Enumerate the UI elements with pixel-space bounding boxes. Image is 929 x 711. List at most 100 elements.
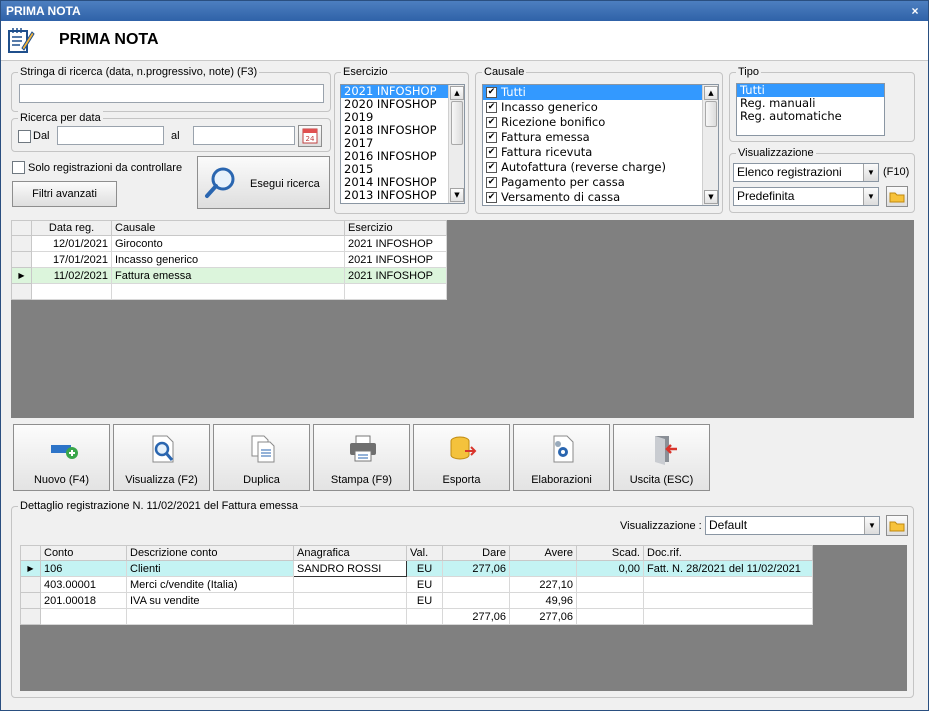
causale-scrollbar[interactable]: ▲ ▼ xyxy=(702,85,718,205)
checkbox-icon[interactable]: ✔ xyxy=(486,177,497,188)
esercizio-items: 2021 INFOSHOP 2020 INFOSHOP 2019 2018 INFOS… xyxy=(341,85,464,202)
col-header-anagrafica[interactable]: Anagrafica xyxy=(293,545,407,561)
causale-item[interactable]: ✔ Versamento di cassa xyxy=(483,190,718,205)
causale-item-label: Incasso generico xyxy=(501,100,598,114)
duplica-button[interactable]: Duplica xyxy=(213,424,310,491)
col-header-dare[interactable]: Dare xyxy=(442,545,510,561)
checkbox-icon[interactable]: ✔ xyxy=(486,132,497,143)
table-row[interactable]: ▶ 106 Clienti SANDRO ROSSI EU 277,06 0,00 Fatt.… xyxy=(20,560,813,577)
causale-item[interactable]: ✔ Fattura emessa xyxy=(483,130,718,145)
esercizio-list[interactable]: 2021 INFOSHOP 2020 INFOSHOP 2019 2018 INFOS… xyxy=(340,84,465,204)
table-row[interactable]: 17/01/2021 Incasso generico 2021 INFOSHOP xyxy=(11,251,447,268)
causale-list[interactable]: ✔ Tutti ✔ Incasso generico ✔ Ricezione bonifi… xyxy=(482,84,719,206)
cell-conto: 201.00018 xyxy=(40,592,127,609)
dropdown-arrow-icon[interactable]: ▼ xyxy=(864,517,879,534)
checkbox-icon[interactable]: ✔ xyxy=(486,162,497,173)
stampa-button[interactable]: Stampa (F9) xyxy=(313,424,410,491)
cell-val: EU xyxy=(406,592,443,609)
cell-descrizione: Merci c/vendite (Italia) xyxy=(126,576,294,593)
table-row[interactable]: 201.00018 IVA su vendite EU 49,96 xyxy=(20,592,813,609)
col-header-docrif[interactable]: Doc.rif. xyxy=(643,545,813,561)
col-header-data[interactable]: Data reg. xyxy=(31,220,112,236)
row-pointer-icon[interactable]: ▶ xyxy=(20,560,41,577)
close-icon[interactable]: × xyxy=(908,1,922,21)
dropdown-arrow-icon[interactable]: ▼ xyxy=(863,188,878,205)
causale-item[interactable]: ✔ Incasso generico xyxy=(483,100,718,115)
col-header-descrizione[interactable]: Descrizione conto xyxy=(126,545,294,561)
layout-combo[interactable]: Predefinita ▼ xyxy=(733,187,879,206)
cell-anagrafica[interactable]: SANDRO ROSSI xyxy=(293,560,407,577)
uscita-button[interactable]: Uscita (ESC) xyxy=(613,424,710,491)
tipo-item[interactable]: Reg. automatiche xyxy=(737,110,884,123)
search-input[interactable] xyxy=(19,84,324,103)
visualizza-button[interactable]: Visualizza (F2) xyxy=(113,424,210,491)
esercizio-group: Esercizio 2021 INFOSHOP 2020 INFOSHOP 2019… xyxy=(334,65,469,214)
folder-button[interactable] xyxy=(886,186,908,207)
table-row-empty[interactable] xyxy=(11,283,447,300)
table-row[interactable]: ▶ 11/02/2021 Fattura emessa 2021 INFOSHOP xyxy=(11,267,447,284)
row-indicator[interactable] xyxy=(11,235,32,252)
esegui-ricerca-button[interactable]: Esegui ricerca xyxy=(197,156,330,209)
window-title: PRIMA NOTA xyxy=(6,4,81,18)
dropdown-arrow-icon[interactable]: ▼ xyxy=(863,164,878,181)
tipo-list[interactable]: Tutti Reg. manuali Reg. automatiche xyxy=(736,83,885,136)
causale-item[interactable]: ✔ Ricezione bonifico xyxy=(483,115,718,130)
causale-item[interactable]: ✔ Fattura ricevuta xyxy=(483,145,718,160)
cell-anagrafica xyxy=(293,576,407,593)
visualizzazione-combo[interactable]: Elenco registrazioni ▼ xyxy=(733,163,879,182)
cell-empty xyxy=(40,608,127,625)
detail-visualizzazione-combo[interactable]: Default ▼ xyxy=(705,516,880,535)
scroll-down-icon[interactable]: ▼ xyxy=(704,190,718,204)
row-indicator[interactable] xyxy=(11,283,32,300)
col-header-avere[interactable]: Avere xyxy=(509,545,577,561)
table-row[interactable]: 403.00001 Merci c/vendite (Italia) EU 227,1… xyxy=(20,576,813,593)
nuovo-button[interactable]: Nuovo (F4) xyxy=(13,424,110,491)
al-date-input[interactable] xyxy=(193,126,295,145)
col-header-causale[interactable]: Causale xyxy=(111,220,345,236)
causale-item[interactable]: ✔ Tutti xyxy=(483,85,718,100)
visualizzazione-value: Elenco registrazioni xyxy=(737,165,842,179)
dal-checkbox[interactable] xyxy=(18,130,31,143)
checkbox-icon[interactable]: ✔ xyxy=(486,117,497,128)
esercizio-scrollbar[interactable]: ▲ ▼ xyxy=(448,85,464,203)
col-header-esercizio[interactable]: Esercizio xyxy=(344,220,447,236)
esporta-button[interactable]: Esporta xyxy=(413,424,510,491)
table-row[interactable]: 12/01/2021 Giroconto 2021 INFOSHOP xyxy=(11,235,447,252)
calendar-day: 24 xyxy=(306,135,315,143)
solo-controllare-label: Solo registrazioni da controllare xyxy=(28,162,183,174)
elaborazioni-button[interactable]: Elaborazioni xyxy=(513,424,610,491)
cell-esercizio: 2021 INFOSHOP xyxy=(344,251,447,268)
tipo-group: Tipo Tutti Reg. manuali Reg. automatiche xyxy=(729,65,915,142)
solo-controllare-checkbox[interactable] xyxy=(12,161,25,174)
checkbox-icon[interactable]: ✔ xyxy=(486,147,497,158)
esercizio-item[interactable]: 2013 INFOSHOP xyxy=(341,189,464,202)
date-search-label: Ricerca per data xyxy=(18,111,103,125)
scroll-thumb[interactable] xyxy=(451,101,463,145)
filtri-avanzati-button[interactable]: Filtri avanzati xyxy=(12,181,117,207)
cell-empty xyxy=(111,283,345,300)
row-indicator[interactable] xyxy=(20,576,41,593)
scroll-thumb[interactable] xyxy=(705,101,717,127)
col-header-scad[interactable]: Scad. xyxy=(576,545,644,561)
causale-item[interactable]: ✔ Autofattura (reverse charge) xyxy=(483,160,718,175)
cell-data: 12/01/2021 xyxy=(31,235,112,252)
col-header-val[interactable]: Val. xyxy=(406,545,443,561)
scroll-up-icon[interactable]: ▲ xyxy=(704,86,718,100)
causale-item-label: Ricezione bonifico xyxy=(501,115,606,129)
cell-data: 11/02/2021 xyxy=(31,267,112,284)
checkbox-icon[interactable]: ✔ xyxy=(486,102,497,113)
checkbox-icon[interactable]: ✔ xyxy=(486,87,497,98)
row-indicator[interactable] xyxy=(20,592,41,609)
col-header-conto[interactable]: Conto xyxy=(40,545,127,561)
detail-folder-button[interactable] xyxy=(886,515,908,536)
causale-label: Causale xyxy=(482,65,527,79)
scroll-up-icon[interactable]: ▲ xyxy=(450,86,464,100)
row-pointer-icon[interactable]: ▶ xyxy=(11,267,32,284)
detail-grid-area: Conto Descrizione conto Anagrafica Val. … xyxy=(20,545,907,691)
calendar-button[interactable]: 24 xyxy=(298,125,322,147)
causale-item[interactable]: ✔ Pagamento per cassa xyxy=(483,175,718,190)
scroll-down-icon[interactable]: ▼ xyxy=(450,188,464,202)
dal-date-input[interactable] xyxy=(57,126,164,145)
checkbox-icon[interactable]: ✔ xyxy=(486,192,497,203)
row-indicator[interactable] xyxy=(11,251,32,268)
